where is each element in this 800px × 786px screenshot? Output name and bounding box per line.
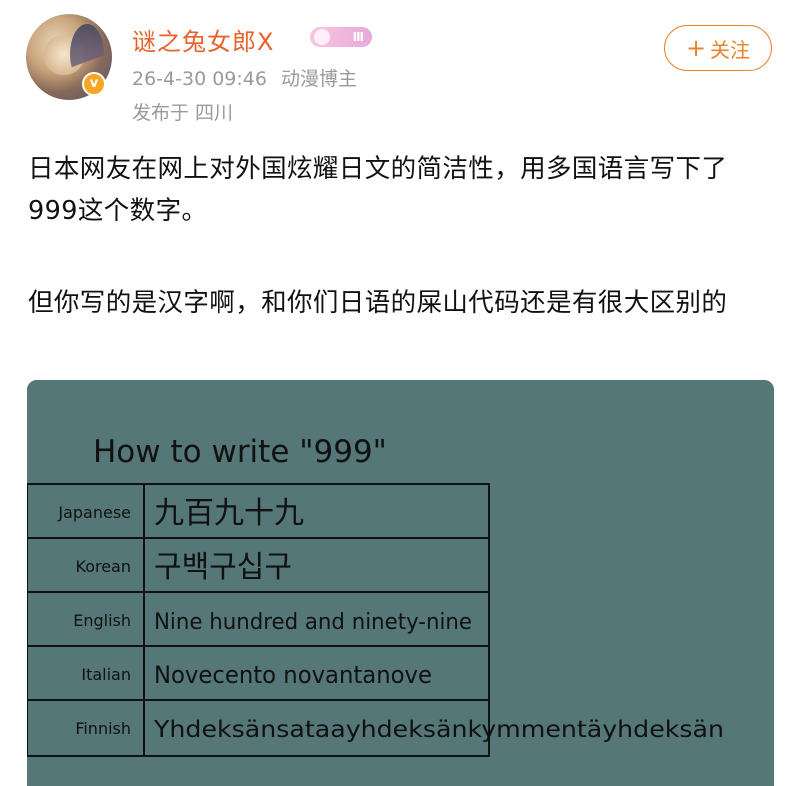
follow-button[interactable]: + 关注 (664, 25, 772, 71)
bunny-icon (314, 29, 330, 45)
chalkboard-drawing: How to write "999" Japanese Korean Engli… (27, 380, 774, 786)
written-number: 九百九十九 (154, 496, 304, 531)
level-text: Ⅲ (352, 30, 364, 44)
level-badge[interactable]: Ⅲ (310, 27, 372, 47)
post-timestamp: 26-4-30 09:46 (132, 68, 267, 90)
language-label: Finnish (75, 719, 131, 738)
post-meta: 26-4-30 09:46 动漫博主 (132, 64, 357, 91)
post-image[interactable]: How to write "999" Japanese Korean Engli… (27, 380, 774, 786)
written-number: Novecento novantanove (154, 661, 432, 689)
post-paragraph-2: 但你写的是汉字啊，和你们日语的屎山代码还是有很大区别的 (28, 288, 728, 318)
written-number: Nine hundred and ninety-nine (154, 610, 472, 635)
user-role: 动漫博主 (280, 68, 357, 90)
post-location: 发布于 四川 (132, 102, 234, 124)
language-label: Korean (76, 557, 132, 576)
plus-icon: + (685, 34, 707, 62)
username[interactable]: 谜之兔女郎X (132, 22, 274, 57)
language-label: Italian (81, 665, 131, 684)
verified-badge-icon: v (82, 72, 106, 96)
image-title: How to write "999" (93, 434, 387, 470)
follow-label: 关注 (710, 37, 751, 62)
language-label: English (73, 611, 131, 630)
language-label: Japanese (57, 503, 131, 522)
written-number: Yhdeksänsataayhdeksänkymmentäyhdeksän (153, 717, 724, 743)
post-paragraph-1: 日本网友在网上对外国炫耀日文的简洁性，用多国语言写下了999这个数字。 (28, 154, 728, 226)
written-number: 구백구십구 (154, 550, 292, 585)
